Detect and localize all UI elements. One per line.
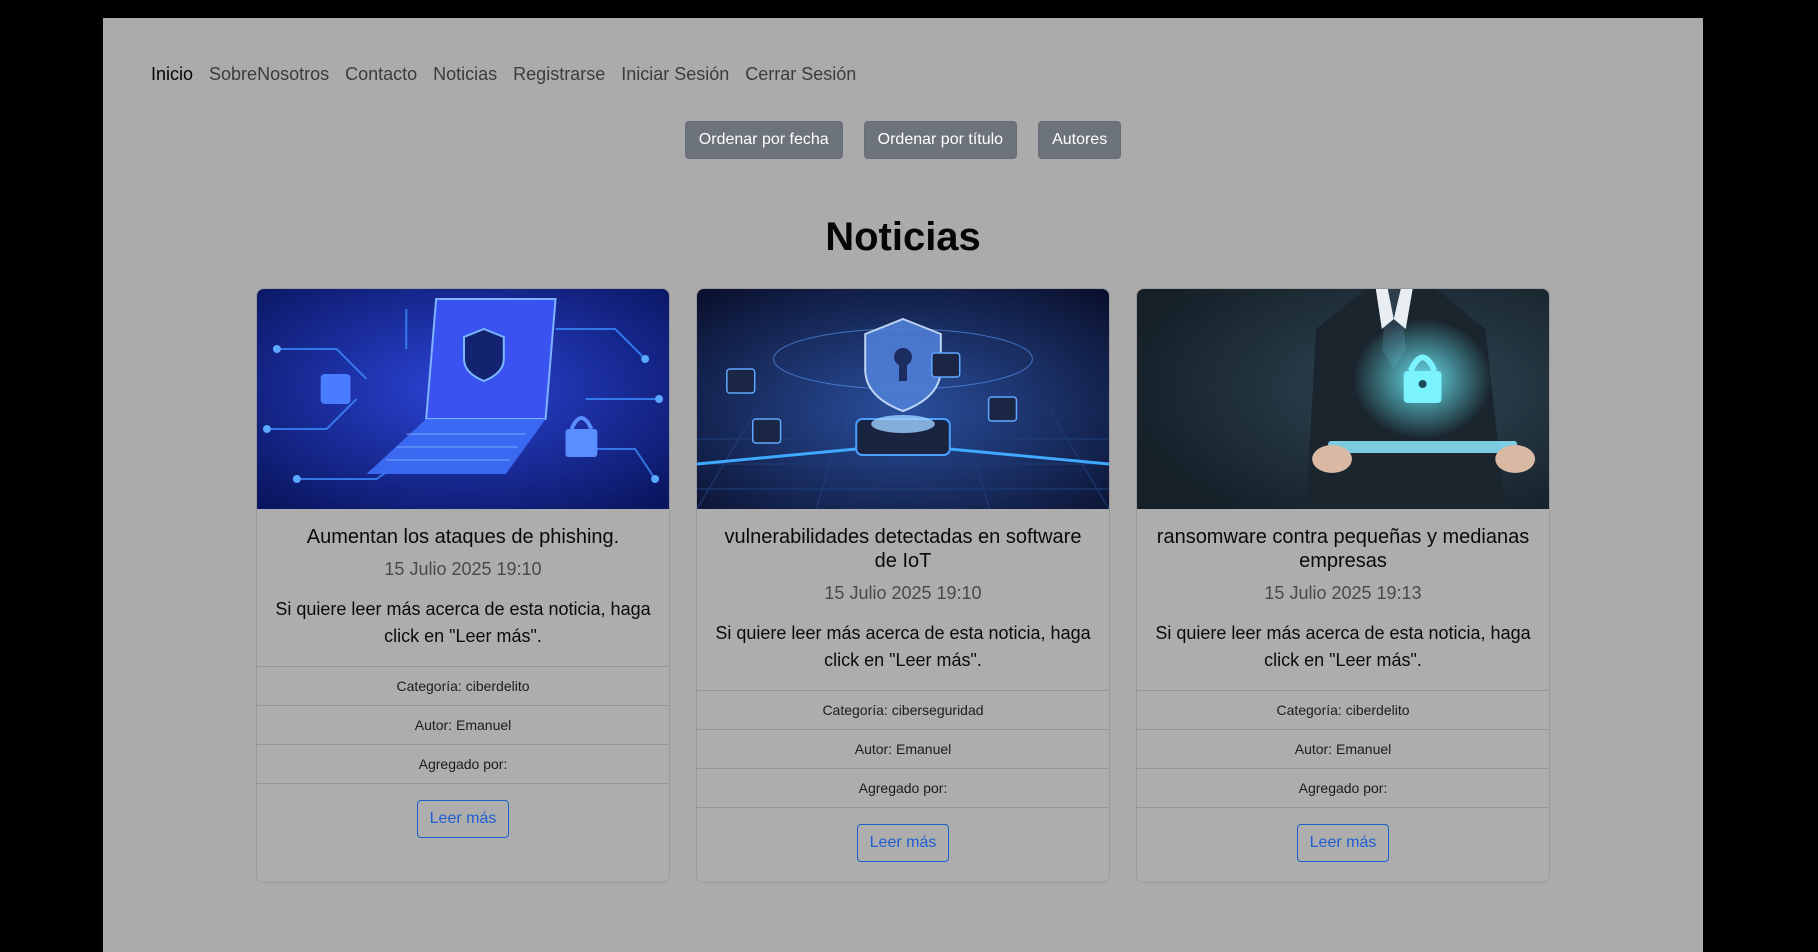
news-image — [1137, 289, 1549, 509]
news-meta: Categoría: ciberdelito Autor: Emanuel Ag… — [257, 666, 669, 784]
news-author: Autor: Emanuel — [697, 730, 1109, 769]
news-meta: Categoría: ciberseguridad Autor: Emanuel… — [697, 690, 1109, 808]
news-date: 15 Julio 2025 19:10 — [384, 559, 542, 579]
nav-registrarse[interactable]: Registrarse — [513, 63, 605, 85]
nav-contacto[interactable]: Contacto — [345, 63, 417, 85]
sort-by-date-button[interactable]: Ordenar por fecha — [684, 121, 843, 159]
main-nav: Inicio SobreNosotros Contacto Noticias R… — [151, 63, 856, 85]
news-image — [697, 289, 1109, 509]
page-title: Noticias — [825, 215, 981, 259]
news-date: 15 Julio 2025 19:10 — [824, 583, 982, 603]
nav-inicio[interactable]: Inicio — [151, 63, 193, 85]
read-more-button[interactable]: Leer más — [856, 824, 950, 862]
nav-iniciar-sesion[interactable]: Iniciar Sesión — [621, 63, 729, 85]
news-date: 15 Julio 2025 19:13 — [1264, 583, 1422, 603]
read-more-button[interactable]: Leer más — [416, 800, 510, 838]
shield-chip-icon — [697, 289, 1109, 509]
nav-sobre-nosotros[interactable]: SobreNosotros — [209, 63, 329, 85]
news-author: Autor: Emanuel — [257, 706, 669, 745]
news-image — [257, 289, 669, 509]
sort-by-title-button[interactable]: Ordenar por título — [863, 121, 1018, 159]
laptop-circuit-icon — [257, 289, 669, 509]
news-author: Autor: Emanuel — [1137, 730, 1549, 769]
nav-noticias[interactable]: Noticias — [433, 63, 497, 85]
news-category: Categoría: ciberdelito — [1137, 691, 1549, 730]
nav-cerrar-sesion[interactable]: Cerrar Sesión — [745, 63, 856, 85]
news-card: Aumentan los ataques de phishing. 15 Jul… — [256, 288, 670, 883]
news-card: vulnerabilidades detectadas en software … — [696, 288, 1110, 883]
news-summary: Si quiere leer más acerca de esta notici… — [275, 599, 651, 646]
news-category: Categoría: ciberseguridad — [697, 691, 1109, 730]
news-card: ransomware contra pequeñas y medianas em… — [1136, 288, 1550, 883]
news-title: Aumentan los ataques de phishing. — [306, 526, 620, 548]
news-title: vulnerabilidades detectadas en software … — [724, 526, 1082, 572]
authors-button[interactable]: Autores — [1038, 121, 1122, 159]
page-container: Inicio SobreNosotros Contacto Noticias R… — [103, 18, 1703, 952]
news-added-by: Agregado por: — [257, 745, 669, 784]
news-added-by: Agregado por: — [697, 769, 1109, 808]
news-summary: Si quiere leer más acerca de esta notici… — [1155, 623, 1531, 670]
news-summary: Si quiere leer más acerca de esta notici… — [715, 623, 1091, 670]
news-grid: Aumentan los ataques de phishing. 15 Jul… — [256, 288, 1550, 883]
sort-toolbar: Ordenar por fecha Ordenar por título Aut… — [103, 121, 1703, 159]
news-category: Categoría: ciberdelito — [257, 667, 669, 706]
read-more-button[interactable]: Leer más — [1296, 824, 1390, 862]
news-added-by: Agregado por: — [1137, 769, 1549, 808]
news-meta: Categoría: ciberdelito Autor: Emanuel Ag… — [1137, 690, 1549, 808]
news-title: ransomware contra pequeñas y medianas em… — [1156, 526, 1530, 572]
businessman-lock-icon — [1137, 289, 1549, 509]
